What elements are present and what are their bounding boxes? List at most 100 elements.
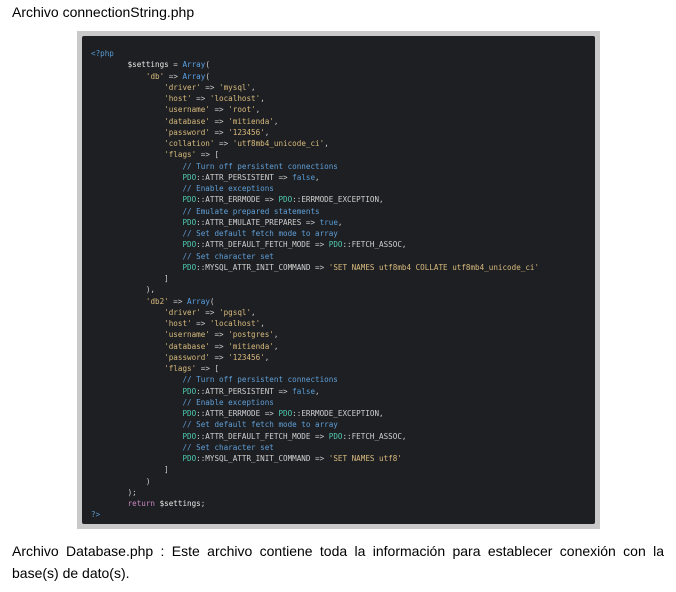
- code-token: ?>: [91, 510, 101, 520]
- code-token: 'utf8mb4_unicode_ci': [232, 139, 325, 148]
- code-line: PDO::ATTR_DEFAULT_FETCH_MODE => PDO::FET…: [91, 239, 539, 250]
- code-line: 'flags' => [: [91, 149, 539, 160]
- code-line: // Emulate prepared statements: [91, 206, 539, 217]
- code-line: ]: [91, 464, 539, 475]
- code-line: // Set default fetch mode to array: [91, 419, 539, 430]
- code-token: ): [91, 476, 151, 486]
- code-line: // Enable exceptions: [91, 397, 539, 408]
- code-line: 'username' => 'root',: [91, 104, 539, 115]
- code-token: $settings: [127, 60, 169, 70]
- code-token: // Set default fetch mode to array: [182, 229, 338, 238]
- code-line: ): [91, 476, 539, 487]
- code-token: =>: [200, 82, 220, 92]
- code-token: =>: [168, 296, 188, 306]
- code-token: ,: [251, 82, 256, 92]
- code-token: 'root': [228, 105, 256, 115]
- code-line: // Enable exceptions: [91, 183, 539, 194]
- code-line: 'database' => 'mitienda',: [91, 341, 539, 352]
- code-line: ]: [91, 273, 539, 284]
- code-token: PDO: [182, 454, 197, 463]
- code-token: // Emulate prepared statements: [182, 206, 320, 216]
- code-token: 'mitienda': [228, 341, 274, 351]
- code-line: 'password' => '123456',: [91, 127, 539, 138]
- code-token: =>: [209, 341, 229, 351]
- code-token: ,: [273, 330, 279, 340]
- code-line: 'db2' => Array(: [91, 296, 539, 307]
- code-token: Array: [182, 60, 206, 70]
- code-token: // Set character set: [182, 251, 274, 261]
- code-line: PDO::MYSQL_ATTR_INIT_COMMAND => 'SET NAM…: [91, 262, 539, 273]
- code-line: // Set character set: [91, 251, 539, 262]
- code-token: ,: [324, 139, 329, 148]
- code-token: ),: [91, 285, 156, 295]
- code-line: // Turn off persistent connections: [91, 374, 539, 385]
- code-token: PDO: [182, 172, 197, 182]
- code-token: ,: [273, 116, 279, 126]
- code-token: =>: [164, 71, 183, 81]
- code-token: PDO: [278, 195, 293, 205]
- code-token: ::FETCH_ASSOC,: [342, 431, 407, 441]
- code-token: 'database': [164, 341, 210, 351]
- code-token: ;: [200, 499, 206, 508]
- code-line: PDO::ATTR_ERRMODE => PDO::ERRMODE_EXCEPT…: [91, 408, 539, 419]
- code-token: =>: [191, 94, 210, 103]
- code-line: ),: [91, 284, 539, 295]
- code-token: // Set default fetch mode to array: [182, 420, 338, 430]
- code-token: ,: [260, 94, 265, 103]
- code-token: 'driver': [164, 307, 201, 317]
- code-token: => [: [196, 364, 220, 373]
- code-token: ,: [273, 341, 279, 351]
- code-token: // Enable exceptions: [182, 184, 274, 193]
- code-token: 'flags': [164, 150, 197, 160]
- code-line: <?php: [91, 48, 539, 59]
- code-token: ::ERRMODE_EXCEPTION,: [292, 195, 384, 205]
- code-token: (: [205, 71, 210, 81]
- code-line: PDO::ATTR_ERRMODE => PDO::ERRMODE_EXCEPT…: [91, 194, 539, 205]
- code-token: =: [168, 60, 183, 70]
- code-token: // Set character set: [182, 442, 274, 452]
- code-token: ::ATTR_ERRMODE =>: [196, 409, 279, 418]
- code-token: ::ATTR_ERRMODE =>: [196, 195, 279, 205]
- code-token: PDO: [182, 431, 197, 441]
- code-line: 'collation' => 'utf8mb4_unicode_ci',: [91, 138, 539, 149]
- code-token: PDO: [182, 409, 197, 418]
- code-token: 'collation': [164, 139, 215, 148]
- code-token: );: [91, 487, 137, 497]
- code-token: ]: [91, 465, 169, 475]
- code-line: 'username' => 'postgres',: [91, 329, 539, 340]
- code-screenshot-frame: <?php $settings = Array( 'db' => Array( …: [77, 31, 600, 529]
- code-token: 'password': [164, 352, 210, 362]
- code-token: ,: [315, 172, 320, 182]
- code-token: false: [292, 386, 316, 396]
- code-token: 'mysql': [219, 82, 252, 92]
- code-token: 'host': [164, 319, 192, 328]
- code-token: ,: [315, 386, 320, 396]
- code-token: 'localhost': [209, 319, 261, 328]
- code-line: 'flags' => [: [91, 363, 539, 374]
- code-token: PDO: [182, 386, 197, 396]
- code-line: 'host' => 'localhost',: [91, 93, 539, 104]
- code-token: 'driver': [164, 82, 201, 92]
- code-token: 'host': [164, 94, 192, 103]
- code-token: ::ATTR_DEFAULT_FETCH_MODE =>: [196, 240, 329, 250]
- code-token: 'pgsql': [219, 307, 252, 317]
- code-token: => [: [196, 150, 220, 160]
- code-token: ::ERRMODE_EXCEPTION,: [292, 409, 384, 418]
- code-line: PDO::ATTR_PERSISTENT => false,: [91, 172, 539, 183]
- code-token: ::ATTR_PERSISTENT =>: [196, 386, 293, 396]
- code-token: return: [127, 499, 156, 508]
- code-token: 'database': [164, 116, 210, 126]
